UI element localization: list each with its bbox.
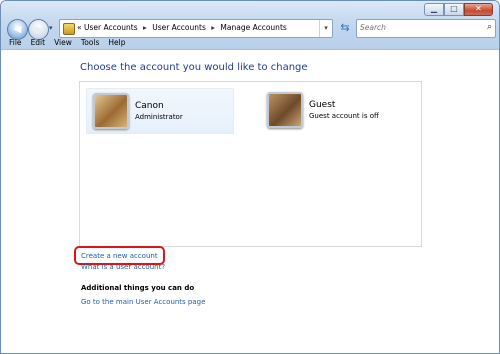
refresh-button[interactable]: ⇆: [338, 21, 352, 35]
maximize-button[interactable]: □: [444, 3, 464, 16]
address-bar[interactable]: « User Accounts ▸ User Accounts ▸ Manage…: [59, 19, 333, 38]
main-user-accounts-link[interactable]: Go to the main User Accounts page: [81, 298, 205, 306]
create-account-link[interactable]: Create a new account: [81, 252, 158, 260]
search-box[interactable]: ⌕: [356, 19, 496, 38]
manage-accounts-window: ▁ □ ✕ ◀ ▶ ▾ « User Accounts ▸ User Accou…: [0, 0, 500, 354]
menu-file[interactable]: File: [9, 38, 22, 50]
minimize-button[interactable]: ▁: [424, 3, 444, 16]
menu-tools[interactable]: Tools: [81, 38, 99, 50]
additional-things-heading: Additional things you can do: [81, 284, 195, 292]
search-icon[interactable]: ⌕: [487, 22, 492, 32]
menu-view[interactable]: View: [54, 38, 72, 50]
accounts-list: Canon Administrator Guest Guest account …: [79, 81, 422, 247]
recent-pages-dropdown[interactable]: ▾: [49, 24, 53, 32]
account-type: Administrator: [135, 112, 183, 121]
account-name: Guest: [309, 99, 336, 110]
account-name: Canon: [135, 100, 164, 111]
breadcrumb-item[interactable]: User Accounts: [152, 23, 206, 32]
caption-buttons: ▁ □ ✕: [424, 3, 493, 16]
chevron-right-icon[interactable]: ▸: [211, 23, 215, 32]
control-panel-icon: [63, 23, 75, 35]
navigation-bar: ◀ ▶ ▾ « User Accounts ▸ User Accounts ▸ …: [7, 18, 496, 40]
back-button[interactable]: ◀: [7, 19, 28, 40]
address-dropdown-button[interactable]: ▾: [319, 20, 332, 37]
account-tile-canon[interactable]: Canon Administrator: [86, 88, 234, 134]
menu-bar: File Edit View Tools Help: [1, 38, 499, 50]
user-picture-icon: [267, 92, 303, 128]
breadcrumb-item[interactable]: Manage Accounts: [220, 23, 286, 32]
menu-edit[interactable]: Edit: [31, 38, 46, 50]
forward-button[interactable]: ▶: [28, 19, 49, 40]
what-is-user-account-link[interactable]: What is a user account?: [81, 263, 165, 271]
user-picture-icon: [93, 93, 129, 129]
close-button[interactable]: ✕: [464, 3, 493, 16]
account-tile-guest[interactable]: Guest Guest account is off: [261, 88, 411, 132]
page-title: Choose the account you would like to cha…: [80, 62, 308, 73]
search-input[interactable]: [360, 21, 470, 34]
breadcrumb-overflow[interactable]: «: [77, 23, 82, 32]
refresh-icon: ⇆: [340, 21, 350, 34]
chevron-right-icon[interactable]: ▸: [143, 23, 147, 32]
menu-help[interactable]: Help: [108, 38, 125, 50]
breadcrumb-item[interactable]: User Accounts: [84, 23, 138, 32]
arrow-left-icon: ◀: [13, 24, 22, 35]
breadcrumb: « User Accounts ▸ User Accounts ▸ Manage…: [77, 23, 287, 32]
window-chrome: ▁ □ ✕ ◀ ▶ ▾ « User Accounts ▸ User Accou…: [1, 1, 499, 50]
account-status: Guest account is off: [309, 111, 379, 120]
arrow-right-icon: ▶: [34, 24, 43, 35]
